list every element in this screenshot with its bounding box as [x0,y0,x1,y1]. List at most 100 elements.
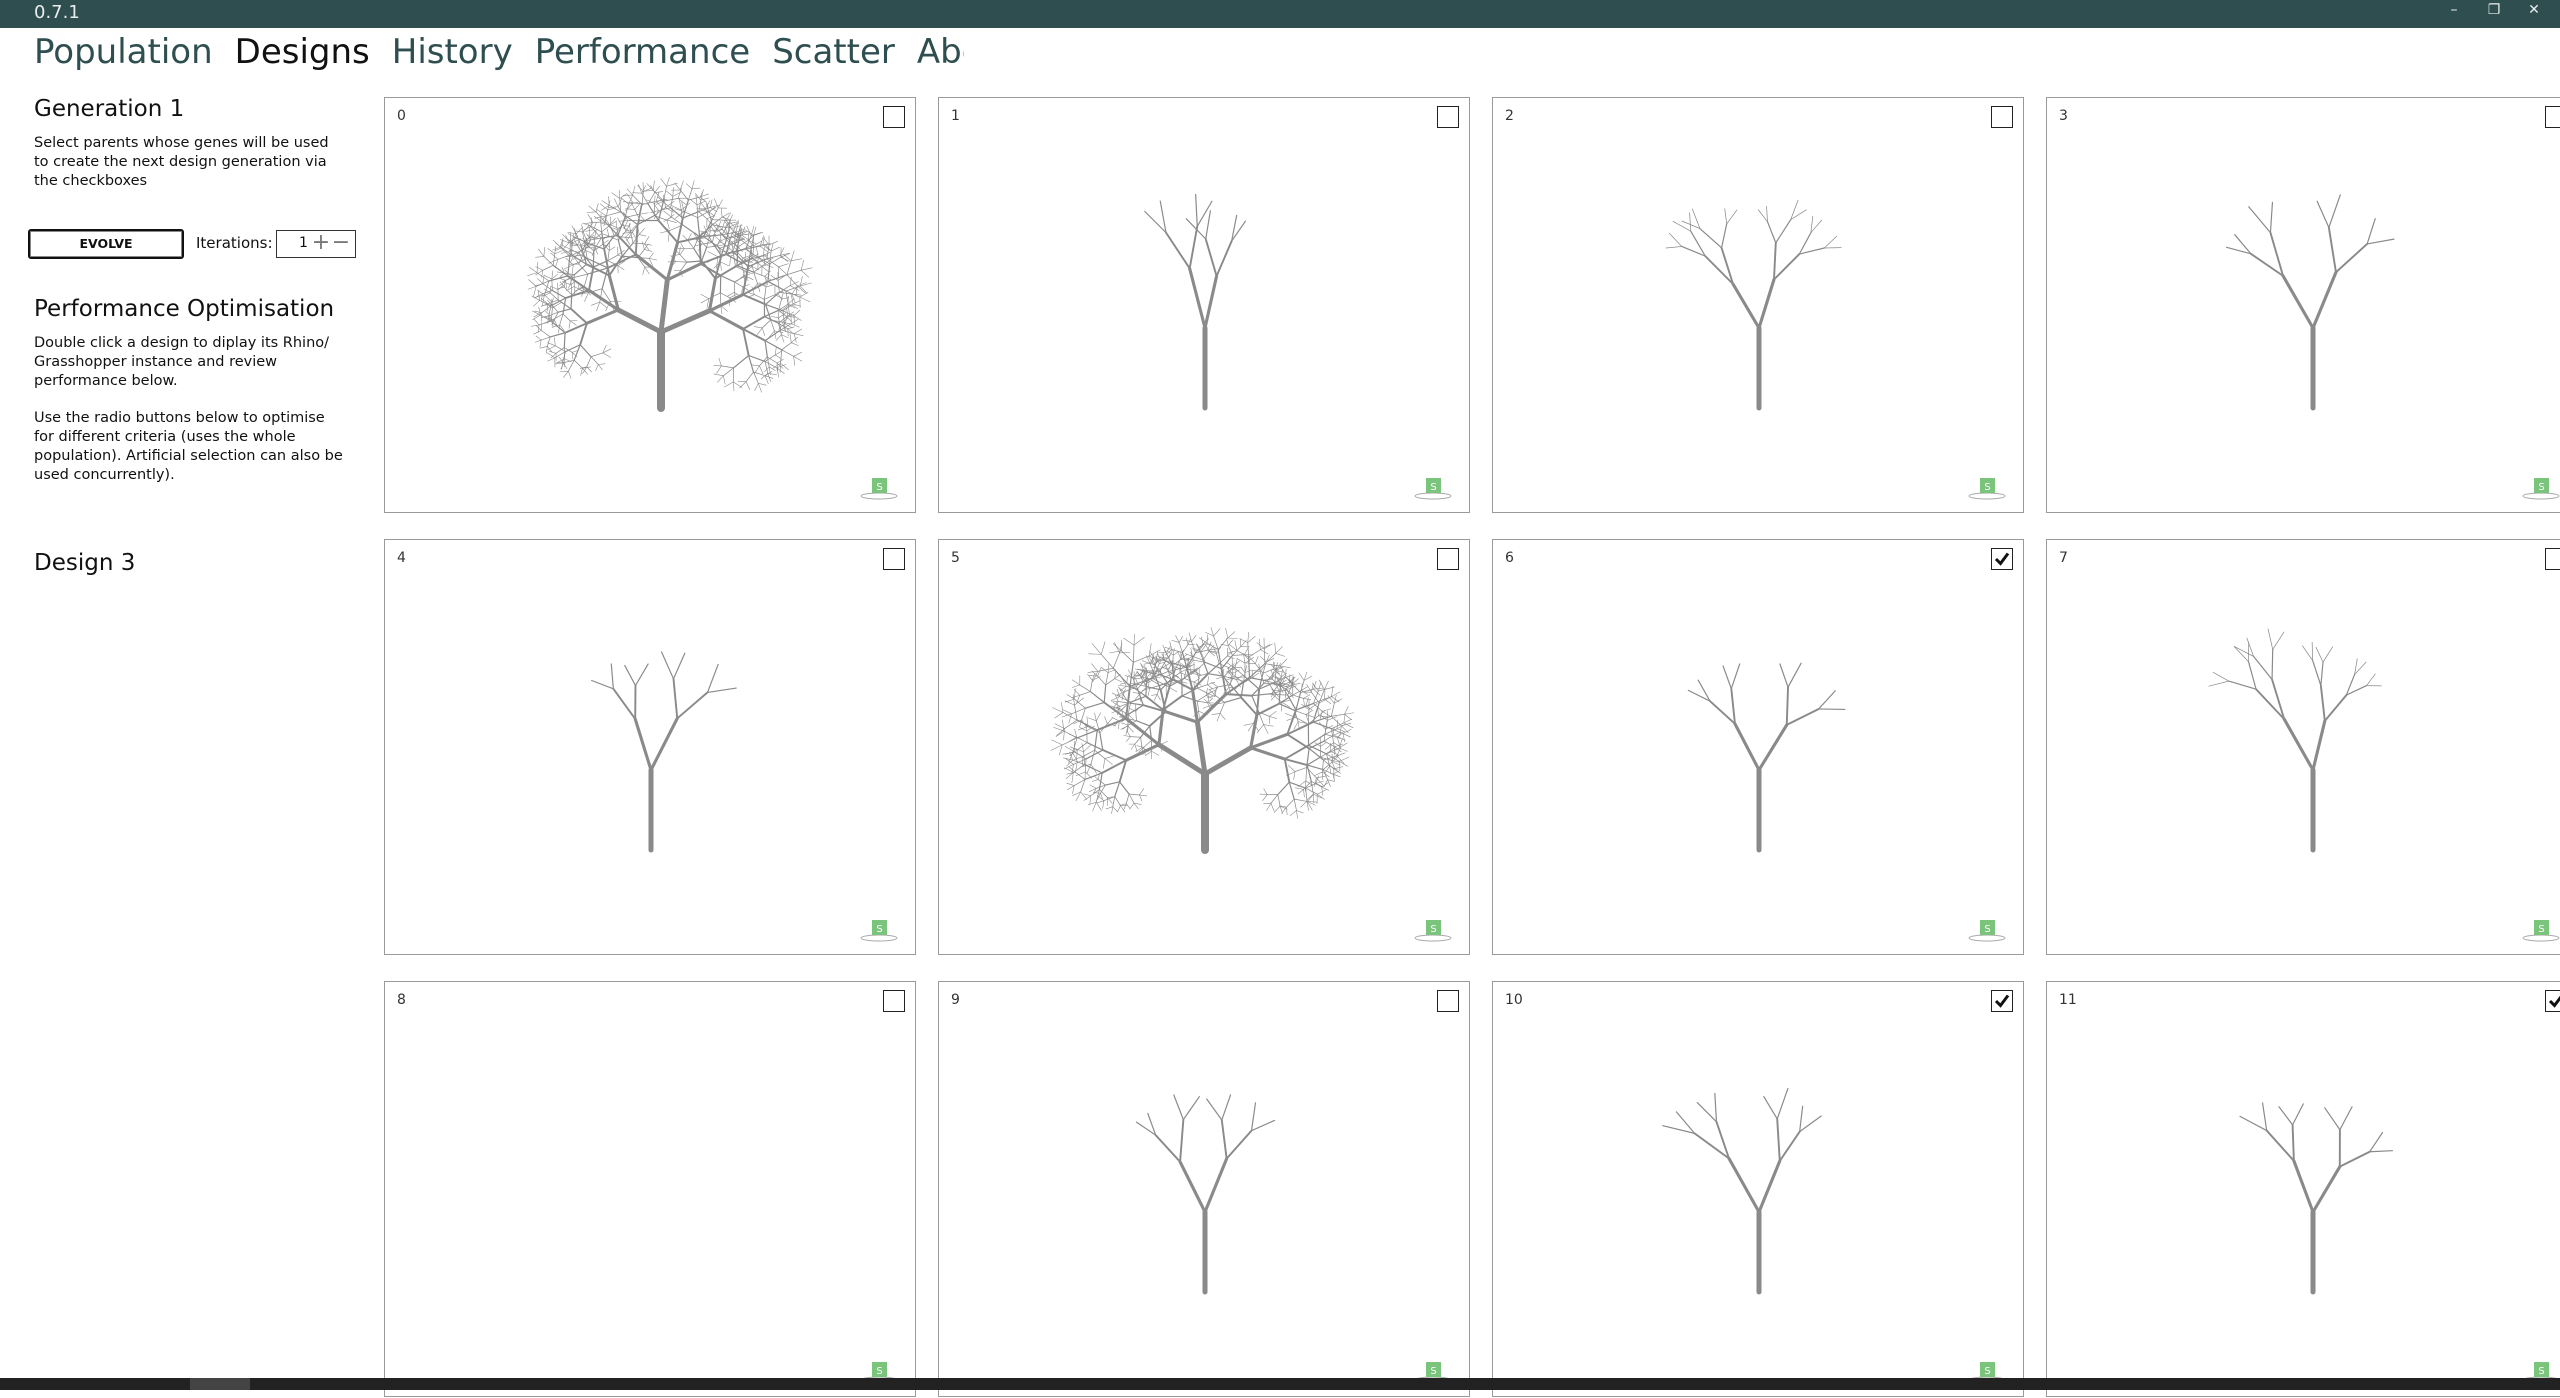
tree-branch [737,275,745,281]
iterations-stepper[interactable]: 1 + − [276,230,356,258]
tree-branch [1729,1158,1759,1212]
design-card[interactable]: 5S [938,539,1470,955]
grasshopper-icon[interactable]: S [1967,476,2007,500]
grasshopper-icon[interactable]: S [1967,918,2007,942]
tree-branch [1767,222,1775,243]
tree-branch [723,376,725,384]
tab-population[interactable]: Population [34,30,213,74]
grasshopper-icon[interactable]: S [1413,476,1453,500]
close-button[interactable]: ✕ [2514,0,2554,22]
tree-branch [1113,702,1120,706]
design-card[interactable]: 9S [938,981,1470,1397]
tree-branch [1139,795,1141,801]
tree-branch [566,281,567,288]
design-card[interactable]: 7S [2046,539,2560,955]
tree-branch [649,253,653,259]
tree-branch [1203,651,1209,660]
tree-branch [1271,803,1274,811]
design-card[interactable]: 11S [2046,981,2560,1397]
tree-branch [1245,670,1252,673]
design-card[interactable]: 4S [384,539,916,955]
tree-branch [710,200,712,208]
tree-branch [680,181,683,190]
design-card[interactable]: 6S [1492,539,2024,955]
design-card[interactable]: 0S [384,97,916,513]
tree-branch [2316,647,2323,662]
design-card[interactable]: 10S [1492,981,2024,1397]
tree-branch [1343,734,1351,737]
tree-branch [1073,695,1074,706]
tree-branch [1159,745,1205,774]
design-card[interactable]: 2S [1492,97,2024,513]
grasshopper-icon[interactable]: S [859,476,899,500]
tree-branch [1192,656,1203,660]
tree-branch [1129,703,1144,705]
tree-branch [1722,224,1727,248]
tree-branch [1727,210,1737,224]
tree-branch [765,310,779,316]
tree-branch [644,249,652,251]
tree-branch [598,364,602,369]
grasshopper-icon[interactable]: S [859,918,899,942]
tree-branch [1222,1120,1227,1159]
tree-branch [1780,1132,1800,1161]
tab-performance[interactable]: Performance [535,30,750,74]
tree-branch [552,271,553,279]
tree-branch [1232,655,1244,656]
iterations-value: 1 [299,235,308,251]
tree-branch [790,334,791,343]
design-card[interactable]: 1S [938,97,1470,513]
tree-branch [1288,765,1295,771]
tree-branch [712,217,722,225]
plus-icon[interactable]: + [311,231,331,257]
design-card[interactable]: 8S [384,981,916,1397]
tree-branch [613,689,635,719]
tree-branch [1339,761,1347,766]
tree-branch [611,664,613,689]
tab-history[interactable]: History [392,30,513,74]
tree-branch [602,234,609,236]
tree-branch [2294,1161,2313,1212]
tree-branch [1263,795,1268,801]
tree-branch [794,310,800,316]
tree-branch [1296,810,1297,818]
grasshopper-icon[interactable]: S [1413,918,1453,942]
tree-branch [1318,689,1327,691]
tree-branch [1101,642,1105,655]
tree-preview [385,982,917,1398]
tree-branch [1248,632,1249,642]
tree-branch [1303,695,1309,699]
tree-branch [563,371,568,377]
tree-branch [800,283,811,286]
tab-designs[interactable]: Designs [235,30,370,74]
tree-branch [2283,276,2313,328]
tree-branch [1277,672,1281,677]
svg-text:S: S [1984,482,1990,493]
grasshopper-icon[interactable]: S [2521,918,2560,942]
tree-branch [1097,801,1104,803]
tree-branch [765,271,771,276]
minus-icon[interactable]: − [331,231,351,257]
restore-button[interactable]: ❐ [2474,0,2514,22]
tree-branch [1303,698,1304,706]
tree-branch [2312,642,2313,660]
tree-branch [753,372,758,383]
minimize-button[interactable]: – [2434,0,2474,22]
tree-branch [1302,684,1303,691]
tree-branch [1165,674,1172,678]
tab-about[interactable]: About [917,30,964,74]
grasshopper-icon[interactable]: S [2521,476,2560,500]
taskbar-item[interactable] [190,1378,250,1390]
tree-branch [764,287,766,299]
tree-branch [618,266,624,270]
tree-branch [601,221,602,232]
tree-branch [1069,737,1076,741]
tree-branch [1787,709,1819,725]
tree-branch [645,236,650,243]
tree-branch [607,229,608,236]
tab-scatter[interactable]: Scatter [772,30,895,74]
tree-branch [667,183,678,186]
evolve-button[interactable]: EVOLVE [28,229,184,259]
tree-branch [717,376,723,382]
design-card[interactable]: 3S [2046,97,2560,513]
